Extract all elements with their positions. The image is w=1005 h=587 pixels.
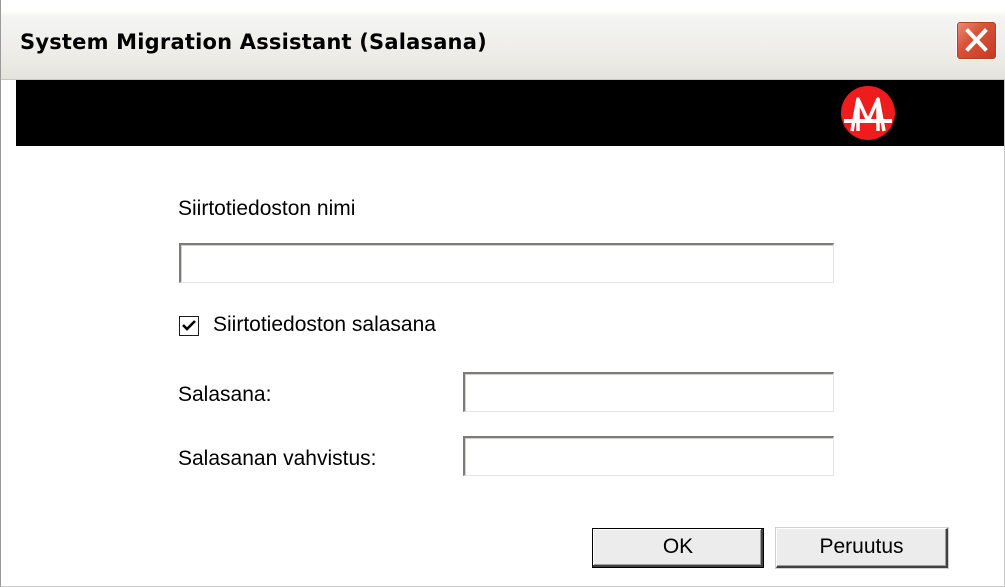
password-label: Salasana: (178, 383, 272, 406)
sma-bridge-logo-icon (841, 86, 895, 140)
header-banner (16, 80, 1004, 146)
title-bar[interactable]: System Migration Assistant (Salasana) (1, 0, 1005, 80)
dialog-window: System Migration Assistant (Salasana) Si… (0, 0, 1005, 587)
confirm-password-label: Salasanan vahvistus: (178, 447, 377, 470)
cancel-button[interactable]: Peruutus (776, 528, 948, 568)
filename-field[interactable] (179, 243, 834, 283)
close-icon (965, 28, 988, 52)
close-button[interactable] (956, 21, 997, 60)
confirm-password-field[interactable] (463, 436, 834, 476)
window-title: System Migration Assistant (Salasana) (20, 30, 487, 54)
ok-button[interactable]: OK (592, 528, 764, 568)
checkmark-icon (182, 320, 196, 331)
filename-label: Siirtotiedoston nimi (178, 197, 356, 220)
password-checkbox[interactable] (179, 316, 199, 336)
password-field[interactable] (463, 372, 834, 412)
password-checkbox-label[interactable]: Siirtotiedoston salasana (213, 313, 436, 337)
